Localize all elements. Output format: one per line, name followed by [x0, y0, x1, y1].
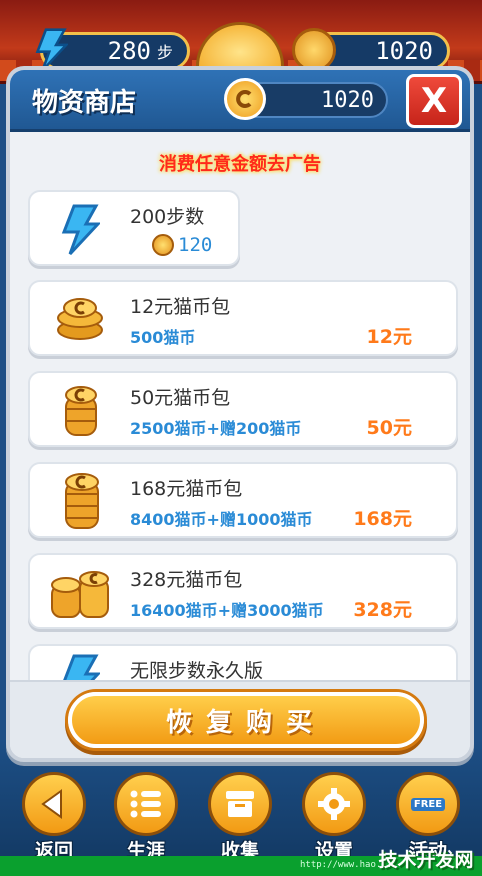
- item-price: 168元: [353, 508, 412, 530]
- restore-purchase-button[interactable]: 恢复购买: [68, 692, 424, 748]
- remove-ads-banner: 消费任意金额去广告: [159, 154, 321, 175]
- item-coin-price: 120: [152, 234, 212, 256]
- hud-steps-unit: 步: [156, 43, 173, 62]
- hud-steps-value: 280: [107, 37, 151, 65]
- item-coin-cost: 120: [178, 234, 213, 256]
- nav-collection[interactable]: 收集: [204, 772, 276, 863]
- dialog-title: 物资商店: [32, 88, 137, 118]
- balance-value: 1020: [321, 87, 374, 113]
- item-name: 无限步数永久版: [130, 660, 264, 682]
- item-name: 200步数: [130, 206, 205, 228]
- coin-stack-icon: [65, 473, 99, 529]
- shop-item-pack-50[interactable]: 50元猫币包 2500猫币+赠200猫币 50元: [28, 371, 458, 447]
- item-description: 16400猫币+赠3000猫币: [130, 601, 324, 620]
- shop-dialog: 物资商店 1020 X 消费任意金额去广告 200步数 120 12元猫币包 5…: [6, 66, 474, 762]
- free-tag: FREE: [410, 797, 446, 811]
- dialog-header: 物资商店 1020 X: [10, 70, 470, 132]
- coin-stack-icon: [51, 571, 109, 618]
- free-ticket-icon: FREE: [396, 772, 460, 836]
- coin-stack-icon: [57, 298, 103, 340]
- nav-career[interactable]: 生涯: [110, 772, 182, 863]
- shop-item-pack-328[interactable]: 328元猫币包 16400猫币+赠3000猫币 328元: [28, 553, 458, 629]
- item-name: 328元猫币包: [130, 569, 243, 591]
- item-price: 50元: [366, 417, 412, 439]
- list-icon: [114, 772, 178, 836]
- item-description: 2500猫币+赠200猫币: [130, 419, 302, 438]
- shop-item-pack-12[interactable]: 12元猫币包 500猫币 12元: [28, 280, 458, 356]
- box-icon: [208, 772, 272, 836]
- item-name: 168元猫币包: [130, 478, 243, 500]
- shop-item-steps[interactable]: 200步数 120: [28, 190, 240, 266]
- item-name: 12元猫币包: [130, 296, 231, 318]
- watermark-logo: 技术开发网: [378, 848, 474, 871]
- bolt-icon: [61, 204, 100, 256]
- coin-stack-icon: [65, 386, 97, 436]
- shop-item-pack-168[interactable]: 168元猫币包 8400猫币+赠1000猫币 168元: [28, 462, 458, 538]
- nav-back[interactable]: 返回: [18, 772, 90, 863]
- coin-c-icon: [236, 90, 252, 108]
- item-description: 500猫币: [130, 328, 196, 347]
- back-arrow-icon: [22, 772, 86, 836]
- item-description: 8400猫币+赠1000猫币: [130, 510, 313, 529]
- coin-icon: [152, 234, 174, 256]
- coin-icon: [224, 78, 266, 120]
- item-price: 12元: [366, 326, 412, 348]
- item-name: 50元猫币包: [130, 387, 231, 409]
- close-button[interactable]: X: [406, 74, 462, 128]
- hud-coins-value: 1020: [375, 37, 433, 65]
- nav-settings[interactable]: 设置: [298, 772, 370, 863]
- gear-icon: [302, 772, 366, 836]
- item-price: 328元: [353, 599, 412, 621]
